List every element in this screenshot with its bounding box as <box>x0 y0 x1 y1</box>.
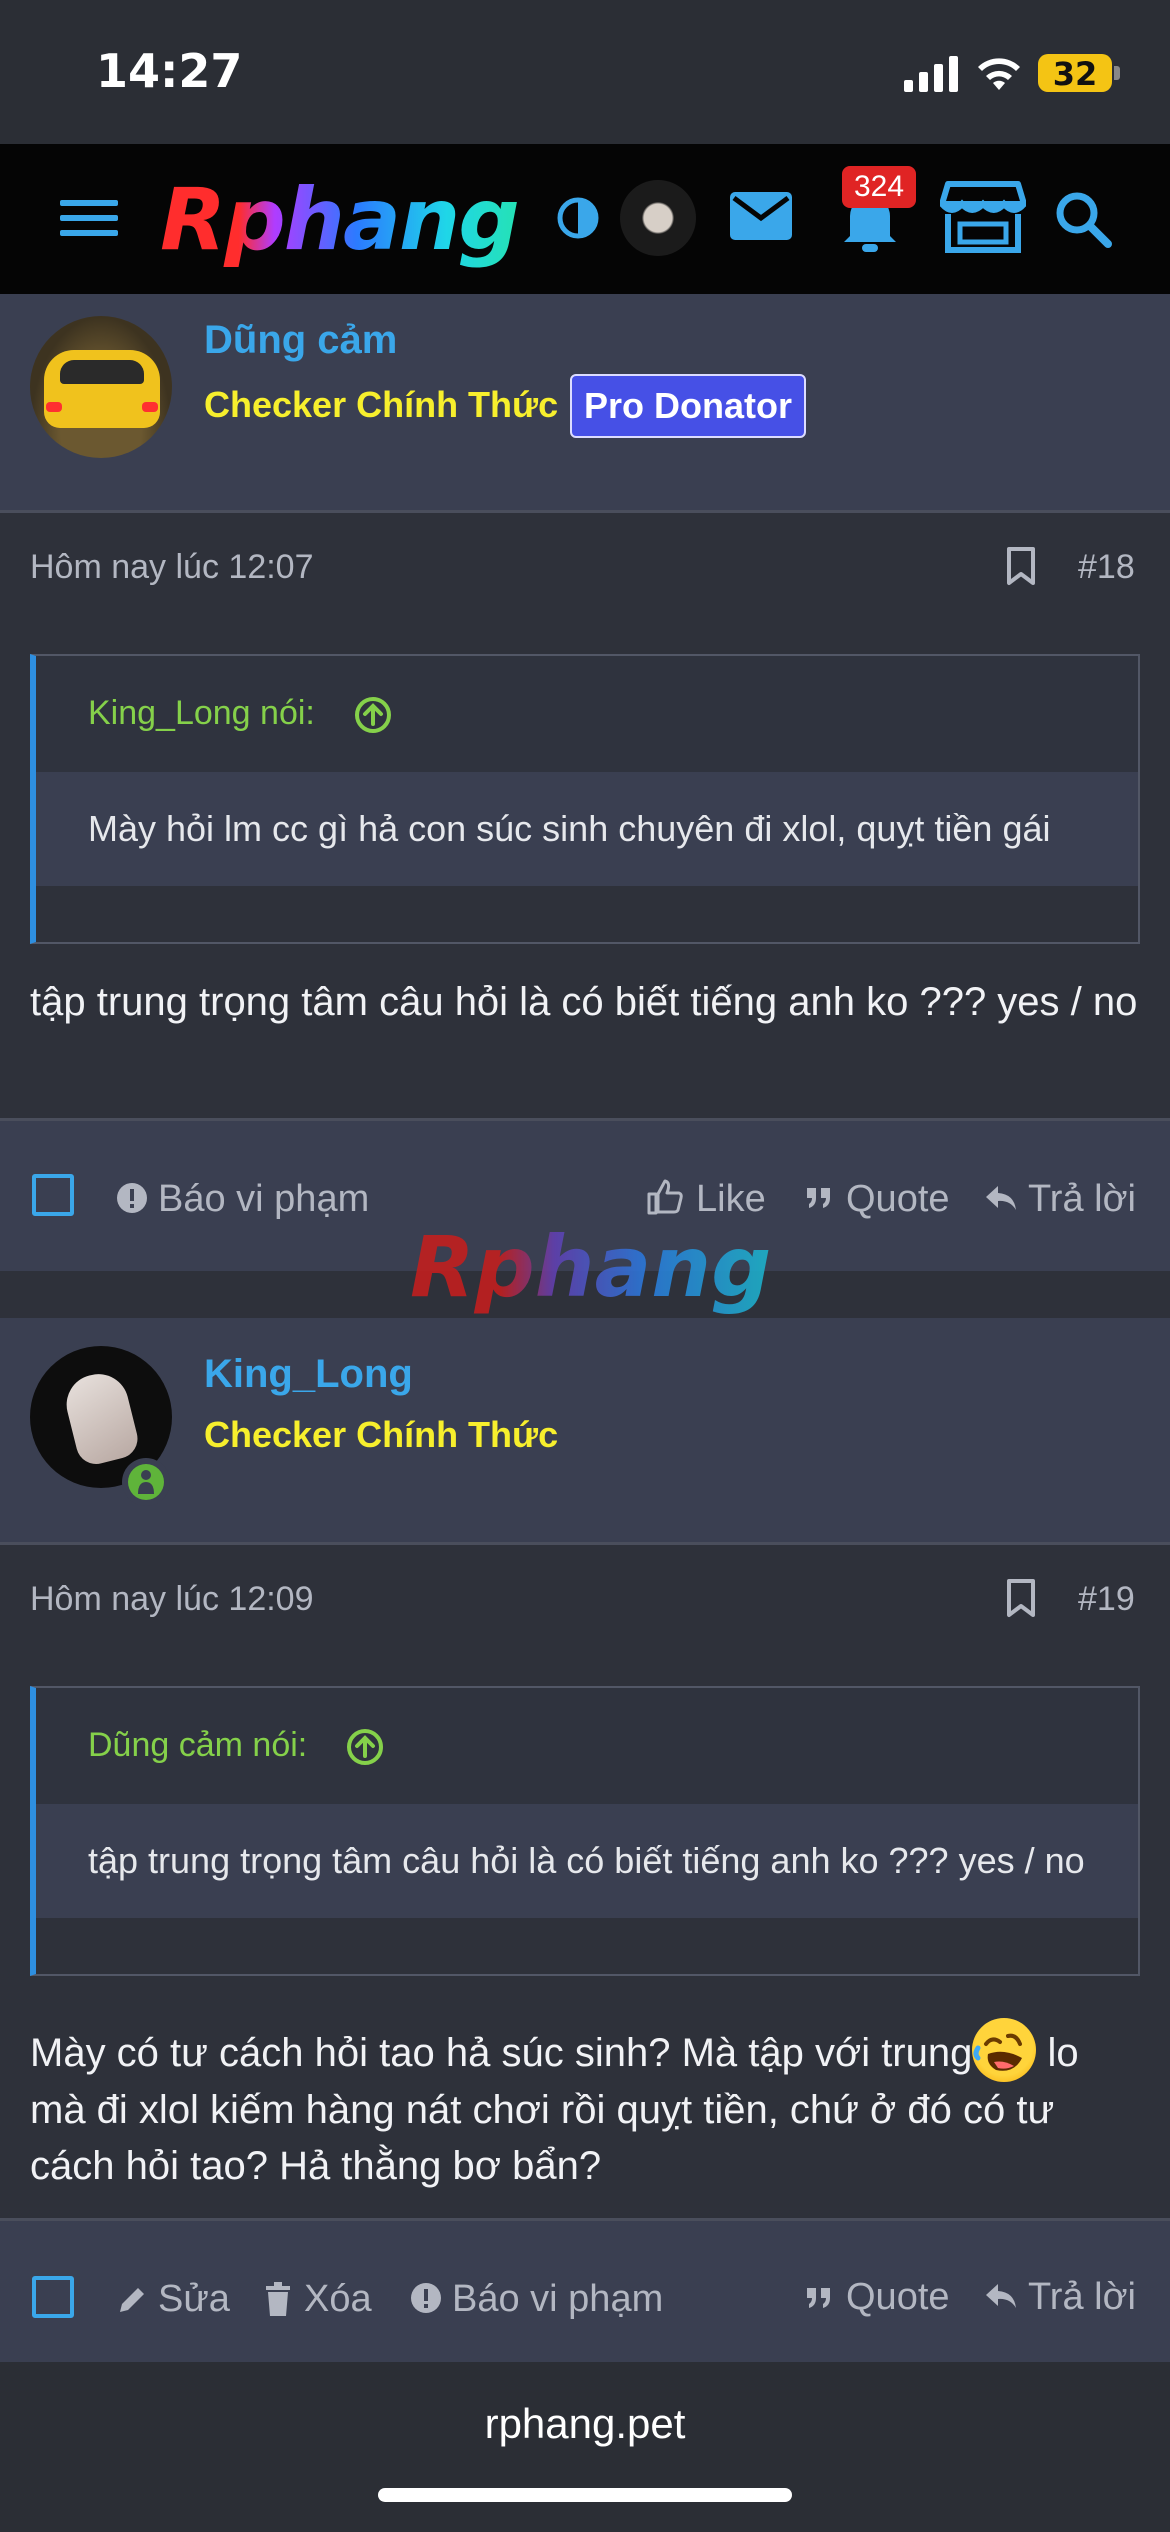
report-button[interactable]: Báo vi phạm <box>158 1178 369 1221</box>
author-title: Checker Chính Thức <box>204 1414 559 1455</box>
store-icon[interactable] <box>940 180 1026 254</box>
notification-badge: 324 <box>842 166 917 208</box>
quote-header: Dũng cảm nói: <box>36 1688 1138 1804</box>
post-number[interactable]: #19 <box>1078 1580 1135 1619</box>
author-title: Checker Chính Thức <box>204 384 559 425</box>
battery-cap <box>1114 66 1120 80</box>
quote-text: Mày hỏi lm cc gì hả con súc sinh chuyên … <box>36 772 1138 886</box>
search-icon[interactable] <box>1054 190 1112 248</box>
quote-header: King_Long nói: <box>36 656 1138 772</box>
quote-author[interactable]: King_Long nói: <box>88 694 315 733</box>
bookmark-icon[interactable] <box>1006 1578 1036 1618</box>
mail-icon[interactable] <box>730 190 792 242</box>
hamburger-menu-icon[interactable] <box>60 198 118 238</box>
reply-icon[interactable] <box>984 2282 1018 2310</box>
select-checkbox[interactable] <box>32 1174 74 1216</box>
report-icon[interactable] <box>116 1182 148 1214</box>
reply-icon[interactable] <box>984 1184 1018 1212</box>
pencil-icon[interactable] <box>116 2284 148 2316</box>
tail-lamp <box>46 402 62 412</box>
online-status <box>122 1458 170 1506</box>
quote-text: tập trung trọng tâm câu hỏi là có biết t… <box>36 1804 1138 1918</box>
rofl-emoji-icon <box>972 2018 1037 2082</box>
select-checkbox[interactable] <box>32 2276 74 2318</box>
report-button[interactable]: Báo vi phạm <box>452 2278 663 2321</box>
theme-toggle-icon[interactable] <box>556 196 600 240</box>
hands-image <box>60 1367 142 1469</box>
pro-donator-badge: Pro Donator <box>570 374 807 438</box>
author-avatar[interactable] <box>30 316 172 458</box>
quote-button[interactable]: Quote <box>846 1178 950 1221</box>
watermark-logo: Rphang <box>410 1218 772 1316</box>
report-icon[interactable] <box>410 2282 442 2314</box>
tail-lamp <box>142 402 158 412</box>
post-timestamp[interactable]: Hôm nay lúc 12:09 <box>30 1580 314 1619</box>
post-author-header <box>0 1318 1170 1544</box>
arrow-up-circle-icon[interactable] <box>354 696 392 734</box>
home-indicator[interactable] <box>378 2488 792 2502</box>
quote-author[interactable]: Dũng cảm nói: <box>88 1726 307 1765</box>
person-icon <box>138 1470 154 1494</box>
cellular-signal-icon <box>904 56 958 92</box>
address-bar-url[interactable]: rphang.pet <box>0 2400 1170 2448</box>
quote-icon[interactable] <box>806 1186 832 1210</box>
divider <box>0 1542 1170 1545</box>
post-number[interactable]: #18 <box>1078 548 1135 587</box>
thumbs-up-icon[interactable] <box>646 1178 684 1216</box>
site-logo[interactable]: Rphang <box>160 170 520 270</box>
reply-button[interactable]: Trả lời <box>1028 1178 1136 1221</box>
reply-button[interactable]: Trả lời <box>1028 2276 1136 2319</box>
quote-block: King_Long nói: Mày hỏi lm cc gì hả con s… <box>30 654 1140 944</box>
arrow-up-circle-icon[interactable] <box>346 1728 384 1766</box>
user-avatar[interactable] <box>620 180 696 256</box>
car-window <box>60 360 144 384</box>
delete-button[interactable]: Xóa <box>304 2278 372 2321</box>
trash-icon[interactable] <box>264 2282 292 2316</box>
author-username[interactable]: Dũng cảm <box>204 318 397 363</box>
edit-button[interactable]: Sửa <box>158 2278 230 2321</box>
like-button[interactable]: Like <box>696 1178 766 1221</box>
quote-button[interactable]: Quote <box>846 2276 950 2319</box>
divider <box>0 510 1170 513</box>
bookmark-icon[interactable] <box>1006 546 1036 586</box>
post-body: Mày có tư cách hỏi tao hả súc sinh? Mà t… <box>30 2018 1140 2194</box>
battery-level: 32 <box>1052 55 1098 93</box>
post-text-part: Mày có tư cách hỏi tao hả súc sinh? Mà t… <box>30 2031 973 2075</box>
wifi-icon <box>978 58 1020 90</box>
post-body: tập trung trọng tâm câu hỏi là có biết t… <box>30 980 1138 1024</box>
quote-block: Dũng cảm nói: tập trung trọng tâm câu hỏ… <box>30 1686 1140 1976</box>
status-time: 14:27 <box>96 44 243 98</box>
post-timestamp[interactable]: Hôm nay lúc 12:07 <box>30 548 314 587</box>
quote-icon[interactable] <box>806 2286 832 2310</box>
author-username[interactable]: King_Long <box>204 1352 413 1397</box>
